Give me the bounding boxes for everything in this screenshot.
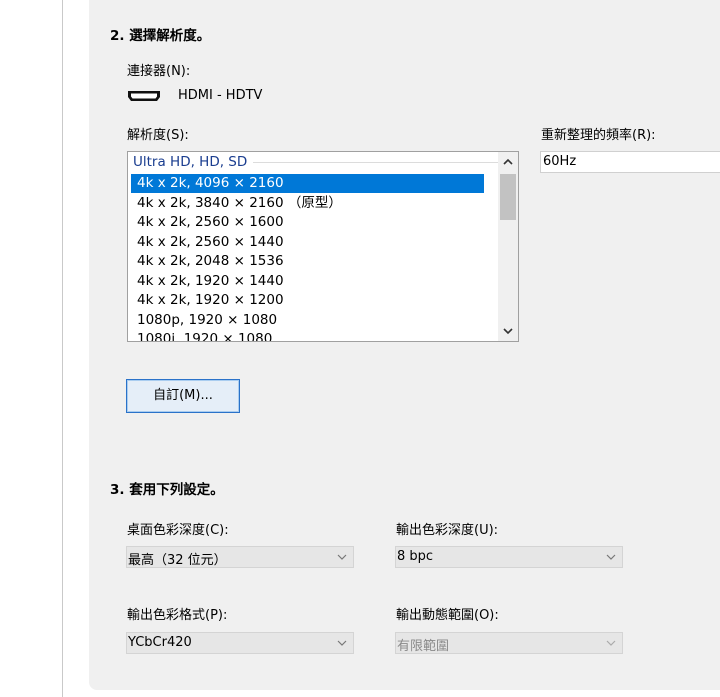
- resolution-group-header: Ultra HD, HD, SD: [133, 154, 503, 170]
- resolution-scrollbar[interactable]: [498, 152, 518, 341]
- resolution-item[interactable]: 4k x 2k, 2560 × 1600: [131, 213, 484, 232]
- step3-title: 3. 套用下列設定。: [110, 482, 224, 498]
- chevron-down-icon: [606, 640, 616, 646]
- step2-title: 2. 選擇解析度。: [110, 28, 211, 44]
- resolution-listbox[interactable]: Ultra HD, HD, SD 4k x 2k, 4096 × 2160 4k…: [127, 151, 519, 342]
- scroll-down-icon[interactable]: [501, 324, 515, 338]
- resolution-item[interactable]: 1080i, 1920 × 1080: [131, 330, 484, 341]
- connector-value: HDMI - HDTV: [178, 88, 263, 103]
- resolution-item[interactable]: 4k x 2k, 3840 × 2160 （原型）: [131, 194, 484, 213]
- chevron-down-icon: [337, 554, 347, 560]
- resolution-item[interactable]: 4k x 2k, 2560 × 1440: [131, 233, 484, 252]
- group-header-text: Ultra HD, HD, SD: [133, 154, 248, 170]
- refresh-rate-label: 重新整理的頻率(R):: [541, 128, 656, 143]
- settings-panel: [89, 0, 720, 690]
- chevron-down-icon: [337, 640, 347, 646]
- left-divider: [62, 0, 63, 697]
- output-range-select: 有限範圍: [395, 632, 623, 654]
- resolution-item[interactable]: 1080p, 1920 × 1080: [131, 311, 484, 330]
- desktop-depth-value: 最高（32 位元）: [128, 553, 227, 568]
- output-range-value: 有限範圍: [397, 639, 450, 654]
- resolution-item[interactable]: 4k x 2k, 1920 × 1440: [131, 272, 484, 291]
- resolution-label: 解析度(S):: [127, 128, 189, 143]
- refresh-rate-value: 60Hz: [543, 154, 577, 169]
- output-depth-select[interactable]: 8 bpc: [395, 546, 623, 568]
- scrollbar-thumb[interactable]: [500, 174, 516, 220]
- output-depth-value: 8 bpc: [397, 549, 434, 564]
- refresh-rate-select[interactable]: 60Hz: [540, 151, 720, 173]
- desktop-depth-select[interactable]: 最高（32 位元）: [126, 546, 354, 568]
- hdmi-port-icon: [128, 91, 160, 101]
- output-format-value: YCbCr420: [128, 635, 192, 650]
- desktop-depth-label: 桌面色彩深度(C):: [127, 523, 229, 538]
- scroll-up-icon[interactable]: [501, 155, 515, 169]
- output-format-select[interactable]: YCbCr420: [126, 632, 354, 654]
- output-range-label: 輸出動態範圍(O):: [396, 608, 499, 623]
- resolution-item-selected[interactable]: 4k x 2k, 4096 × 2160: [131, 174, 484, 193]
- group-header-rule: [253, 161, 503, 163]
- resolution-item[interactable]: 4k x 2k, 2048 × 1536: [131, 252, 484, 271]
- connector-label: 連接器(N):: [127, 64, 191, 79]
- output-depth-label: 輸出色彩深度(U):: [396, 523, 499, 538]
- resolution-item[interactable]: 4k x 2k, 1920 × 1200: [131, 291, 484, 310]
- chevron-down-icon: [606, 554, 616, 560]
- output-format-label: 輸出色彩格式(P):: [127, 608, 228, 623]
- customize-button[interactable]: 自訂(M)...: [126, 379, 240, 413]
